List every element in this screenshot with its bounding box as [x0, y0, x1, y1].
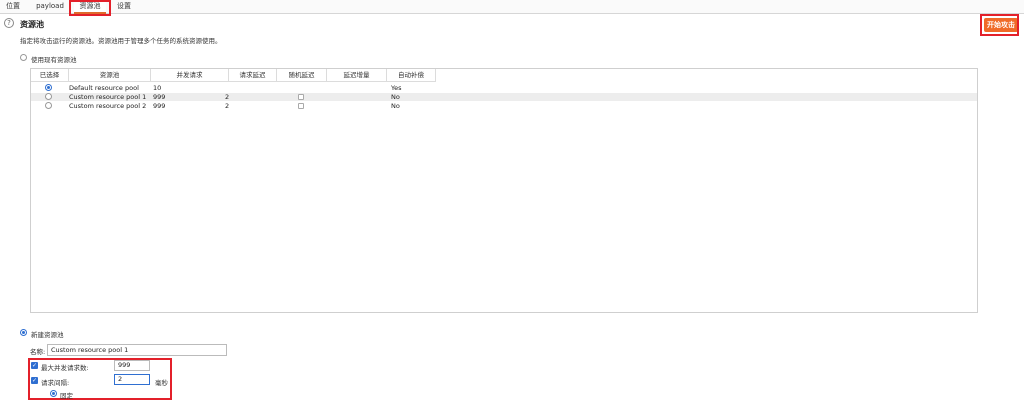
new-pool-radio[interactable] — [20, 329, 27, 336]
col-selected[interactable]: 已选择 — [31, 69, 69, 82]
request-delay-label: 请求间隔: — [41, 379, 70, 387]
request-delay-input[interactable]: 2 — [114, 374, 150, 385]
auto-value: No — [391, 102, 400, 110]
request-delay-checkbox[interactable]: ✓ — [31, 377, 38, 384]
use-existing-radio[interactable] — [20, 54, 27, 61]
auto-value: Yes — [391, 84, 402, 92]
table-row[interactable]: Custom resource pool 2 999 2 No — [31, 102, 977, 110]
delay-unit-label: 毫秒 — [155, 379, 168, 387]
col-pool[interactable]: 资源池 — [69, 69, 151, 82]
new-pool-label: 新建资源池 — [31, 331, 64, 339]
resource-pool-table[interactable]: 已选择 资源池 并发请求 请求延迟 随机延迟 延迟增量 自动补偿 Default… — [30, 68, 978, 313]
table-header: 已选择 资源池 并发请求 请求延迟 随机延迟 延迟增量 自动补偿 — [31, 69, 436, 82]
tab-settings[interactable]: 设置 — [112, 0, 136, 14]
pool-name: Default resource pool — [69, 84, 139, 92]
start-attack-button[interactable]: 开始攻击 — [984, 18, 1018, 32]
tab-bar: 位置 payload 资源池 设置 — [0, 0, 1024, 14]
concurrent-value: 999 — [153, 102, 166, 110]
pool-name-input[interactable]: Custom resource pool 1 — [47, 344, 227, 356]
concurrent-value: 999 — [153, 93, 166, 101]
delay-value: 2 — [225, 102, 230, 110]
help-icon[interactable]: ? — [4, 18, 14, 28]
random-delay-checkbox[interactable] — [298, 103, 304, 109]
table-row[interactable]: Custom resource pool 1 999 2 No — [31, 93, 977, 101]
use-existing-label: 使用现有资源池 — [31, 56, 77, 64]
row-select-radio[interactable] — [45, 84, 52, 91]
name-label: 名称: — [30, 348, 46, 356]
pool-name: Custom resource pool 2 — [69, 102, 147, 110]
tab-payload[interactable]: payload — [34, 0, 66, 14]
tab-resource-pool[interactable]: 资源池 — [74, 0, 106, 14]
max-concurrent-checkbox[interactable]: ✓ — [31, 362, 38, 369]
fixed-delay-radio[interactable] — [50, 390, 57, 397]
section-title: 资源池 — [20, 20, 44, 29]
tab-positions[interactable]: 位置 — [2, 0, 24, 14]
col-auto[interactable]: 自动补偿 — [387, 69, 436, 82]
col-concurrent[interactable]: 并发请求 — [151, 69, 229, 82]
col-delay[interactable]: 请求延迟 — [229, 69, 277, 82]
col-increment[interactable]: 延迟增量 — [327, 69, 387, 82]
table-row[interactable]: Default resource pool 10 Yes — [31, 84, 977, 92]
row-select-radio[interactable] — [45, 93, 52, 100]
max-concurrent-input[interactable]: 999 — [114, 360, 150, 371]
fixed-delay-label: 固定 — [60, 392, 73, 400]
concurrent-value: 10 — [153, 84, 162, 92]
col-random[interactable]: 随机延迟 — [277, 69, 327, 82]
pool-name: Custom resource pool 1 — [69, 93, 147, 101]
max-concurrent-label: 最大并发请求数: — [41, 364, 89, 372]
delay-value: 2 — [225, 93, 230, 101]
row-select-radio[interactable] — [45, 102, 52, 109]
section-description: 指定将攻击运行的资源池。资源池用于管理多个任务的系统资源使用。 — [20, 37, 222, 45]
random-delay-checkbox[interactable] — [298, 94, 304, 100]
auto-value: No — [391, 93, 400, 101]
